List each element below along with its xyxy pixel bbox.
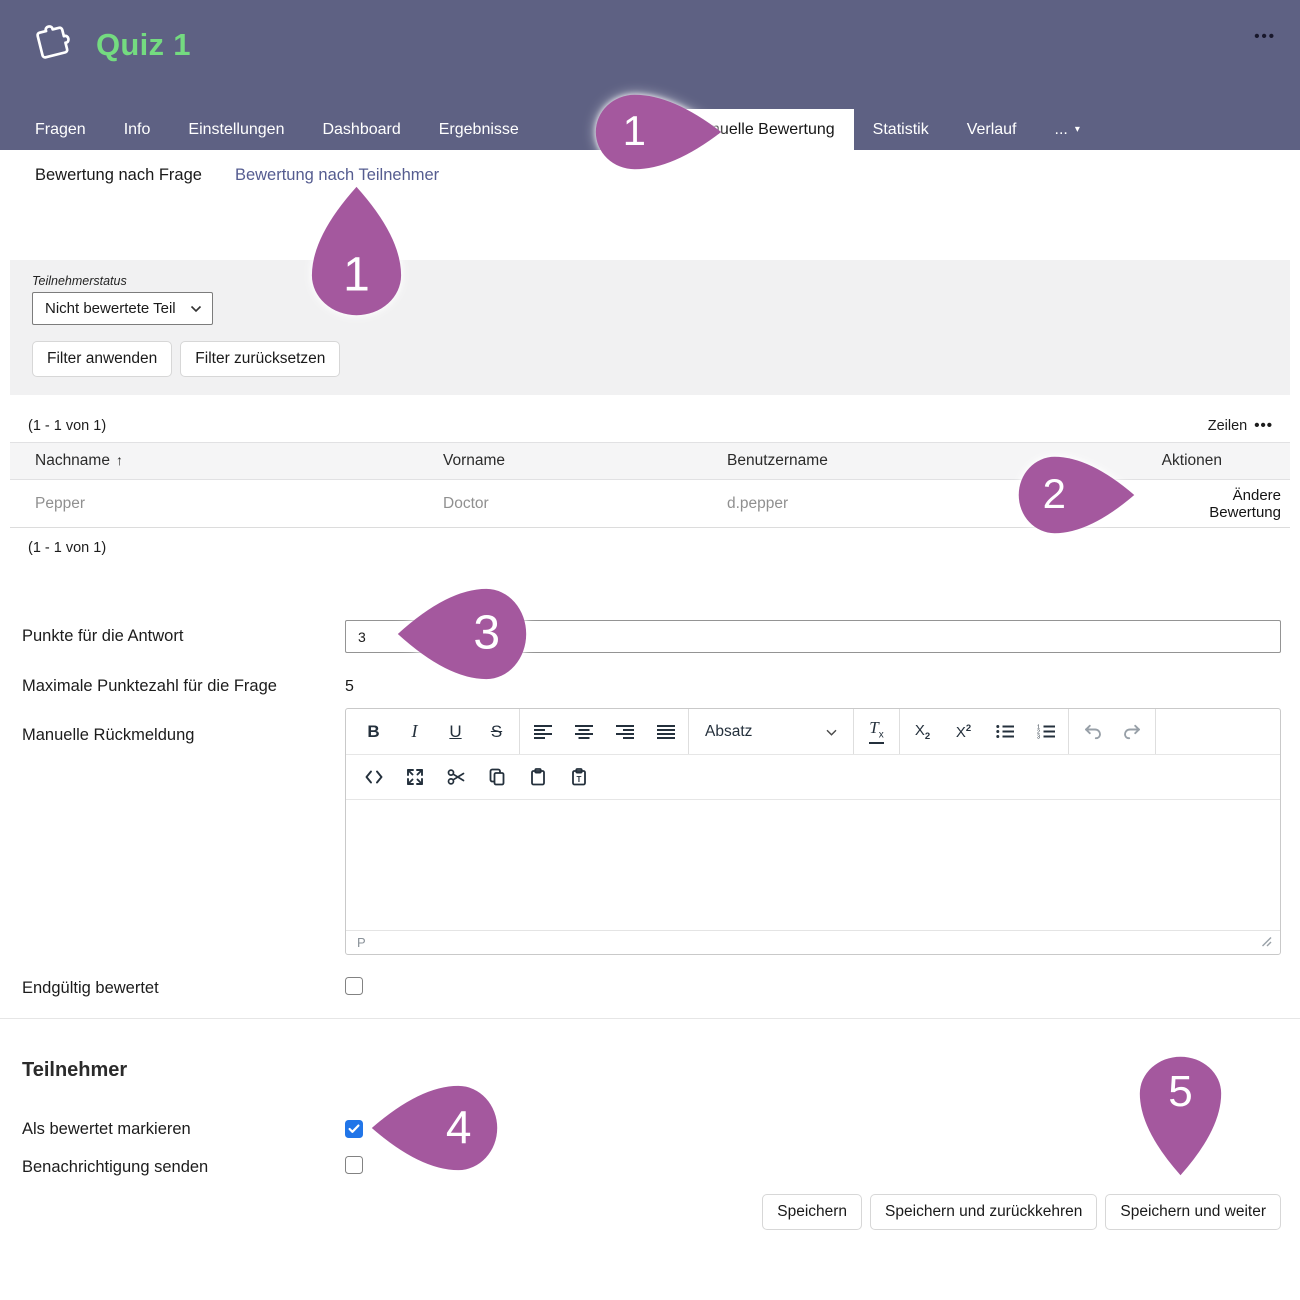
- cell-benutzername: d.pepper: [727, 495, 1157, 513]
- undo-icon[interactable]: [1071, 715, 1112, 749]
- row-action-aendere-bewertung[interactable]: Ändere Bewertung: [1157, 487, 1281, 521]
- cut-icon[interactable]: [435, 760, 476, 794]
- editor-content-area[interactable]: [346, 800, 1280, 930]
- max-points-label: Maximale Punktezahl für die Frage: [22, 677, 345, 696]
- rows-menu[interactable]: Zeilen •••: [1208, 417, 1273, 434]
- puzzle-icon: [26, 18, 80, 72]
- subtab-bewertung-nach-frage[interactable]: Bewertung nach Frage: [35, 166, 202, 200]
- ellipsis-icon: •••: [1254, 417, 1273, 434]
- filter-reset-button[interactable]: Filter zurücksetzen: [180, 341, 340, 377]
- tab-fragen[interactable]: Fragen: [16, 109, 105, 150]
- tab-more[interactable]: ... ▾: [1036, 109, 1099, 150]
- editor-toolbar-row1: B I U S Absatz: [346, 709, 1280, 754]
- align-justify-icon[interactable]: [645, 715, 686, 749]
- max-points-value: 5: [345, 678, 1281, 696]
- italic-icon[interactable]: I: [394, 715, 435, 749]
- brand: Quiz 1: [26, 18, 191, 72]
- points-input[interactable]: [345, 620, 1281, 653]
- column-header-vorname[interactable]: Vorname: [443, 452, 727, 470]
- send-notification-label: Benachrichtigung senden: [22, 1158, 345, 1177]
- result-count-bottom: (1 - 1 von 1): [0, 528, 1300, 556]
- result-count-top: (1 - 1 von 1): [28, 418, 106, 434]
- tab-statistik[interactable]: Statistik: [854, 109, 948, 150]
- table-row: Pepper Doctor d.pepper Ändere Bewertung: [10, 480, 1290, 528]
- svg-text:3: 3: [1037, 735, 1040, 739]
- subtab-bewertung-nach-teilnehmer[interactable]: Bewertung nach Teilnehmer: [235, 166, 439, 200]
- svg-text:T: T: [576, 775, 581, 784]
- filter-field-label: Teilnehmerstatus: [32, 274, 1268, 288]
- numbered-list-icon[interactable]: 123: [1025, 715, 1066, 749]
- editor-toolbar-row2: T: [346, 754, 1280, 800]
- sort-asc-icon: ↑: [116, 452, 123, 468]
- participants-heading: Teilnehmer: [0, 1019, 1300, 1082]
- save-and-return-button[interactable]: Speichern und zurückkehren: [870, 1194, 1097, 1230]
- rich-text-editor: B I U S Absatz: [345, 708, 1281, 955]
- redo-icon[interactable]: [1112, 715, 1153, 749]
- bold-icon[interactable]: B: [353, 715, 394, 749]
- resize-handle-icon[interactable]: [1261, 934, 1272, 952]
- teilnehmerstatus-select[interactable]: Nicht bewertete Teil: [32, 292, 213, 325]
- send-notification-checkbox[interactable]: [345, 1156, 363, 1174]
- paste-as-text-icon[interactable]: T: [558, 760, 599, 794]
- mark-graded-checkbox[interactable]: [345, 1120, 363, 1138]
- tab-einstellungen[interactable]: Einstellungen: [169, 109, 303, 150]
- align-right-icon[interactable]: [604, 715, 645, 749]
- chevron-down-icon: ▾: [1075, 124, 1080, 135]
- tab-ergebnisse[interactable]: Ergebnisse: [420, 109, 538, 150]
- final-graded-label: Endgültig bewertet: [22, 979, 345, 998]
- participants-table: Nachname↑ Vorname Benutzername Aktionen …: [10, 442, 1290, 528]
- mark-graded-label: Als bewertet markieren: [22, 1120, 345, 1139]
- cell-vorname: Doctor: [443, 495, 727, 513]
- strikethrough-icon[interactable]: S: [476, 715, 517, 749]
- subscript-icon[interactable]: X2: [902, 715, 943, 749]
- header-overflow-icon[interactable]: •••: [1254, 28, 1276, 45]
- tab-verlauf[interactable]: Verlauf: [948, 109, 1036, 150]
- table-header-row: Nachname↑ Vorname Benutzername Aktionen: [10, 442, 1290, 480]
- cell-nachname: Pepper: [35, 495, 443, 513]
- superscript-icon[interactable]: X2: [943, 715, 984, 749]
- align-left-icon[interactable]: [522, 715, 563, 749]
- tab-dashboard[interactable]: Dashboard: [303, 109, 419, 150]
- element-path-label: P: [357, 935, 366, 950]
- chevron-down-icon: [826, 723, 837, 741]
- chevron-down-icon: [190, 300, 202, 317]
- copy-icon[interactable]: [476, 760, 517, 794]
- bullet-list-icon[interactable]: [984, 715, 1025, 749]
- column-header-benutzername[interactable]: Benutzername: [727, 452, 1157, 470]
- save-and-next-button[interactable]: Speichern und weiter: [1105, 1194, 1281, 1230]
- editor-status-bar: P: [346, 930, 1280, 954]
- align-center-icon[interactable]: [563, 715, 604, 749]
- main-tabbar: Fragen Info Einstellungen Dashboard Erge…: [0, 109, 1300, 150]
- filter-apply-button[interactable]: Filter anwenden: [32, 341, 172, 377]
- select-value: Nicht bewertete Teil: [45, 300, 176, 317]
- fullscreen-icon[interactable]: [394, 760, 435, 794]
- tab-manuelle-bewertung[interactable]: Manuelle Bewertung: [670, 109, 854, 150]
- feedback-label: Manuelle Rückmeldung: [22, 714, 345, 745]
- app-header: Quiz 1 ••• Fragen Info Einstellungen Das…: [0, 0, 1300, 150]
- points-label: Punkte für die Antwort: [22, 627, 345, 646]
- save-button[interactable]: Speichern: [762, 1194, 862, 1230]
- grading-form: Punkte für die Antwort Maximale Punkteza…: [0, 620, 1300, 1000]
- paragraph-dropdown[interactable]: Absatz: [691, 715, 851, 749]
- final-graded-checkbox[interactable]: [345, 977, 363, 995]
- tab-info[interactable]: Info: [105, 109, 170, 150]
- column-header-nachname[interactable]: Nachname↑: [35, 452, 443, 470]
- paste-icon[interactable]: [517, 760, 558, 794]
- clear-formatting-icon[interactable]: Tx: [856, 715, 897, 749]
- underline-icon[interactable]: U: [435, 715, 476, 749]
- page-title: Quiz 1: [96, 27, 191, 63]
- save-button-row: Speichern Speichern und zurückkehren Spe…: [0, 1194, 1300, 1230]
- source-code-icon[interactable]: [353, 760, 394, 794]
- column-header-aktionen: Aktionen: [1157, 452, 1281, 470]
- grading-subtabs: Bewertung nach Frage Bewertung nach Teil…: [0, 150, 1300, 200]
- filter-panel: Teilnehmerstatus Nicht bewertete Teil Fi…: [10, 260, 1290, 395]
